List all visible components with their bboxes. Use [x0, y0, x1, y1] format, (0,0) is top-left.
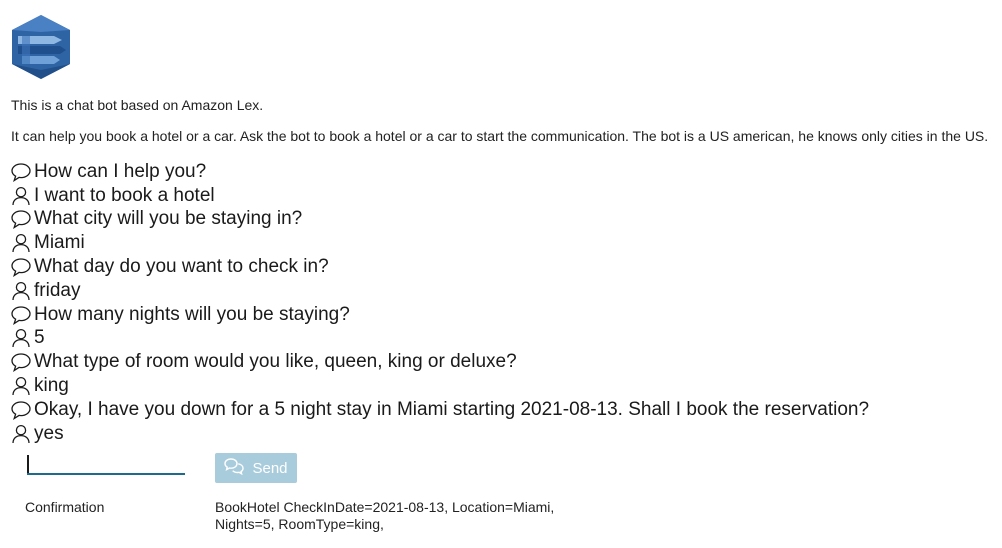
message-text: Okay, I have you down for a 5 night stay…	[34, 398, 870, 420]
chat-transcript: How can I help you? I want to book a hote…	[10, 160, 869, 446]
user-message: Miami	[10, 231, 869, 255]
user-icon	[10, 423, 34, 445]
message-text: What type of room would you like, queen,…	[34, 351, 517, 373]
user-icon	[10, 280, 34, 302]
message-text: Miami	[34, 232, 85, 254]
speech-bubble-icon	[10, 256, 34, 278]
send-button[interactable]: Send	[215, 453, 297, 483]
user-message: king	[10, 374, 869, 398]
speech-bubble-icon	[10, 351, 34, 373]
message-input-container[interactable]	[27, 453, 185, 475]
user-icon	[10, 232, 34, 254]
message-text: How many nights will you be staying?	[34, 303, 350, 325]
amazon-lex-logo	[12, 15, 70, 79]
message-text: 5	[34, 327, 45, 349]
message-text: I want to book a hotel	[34, 184, 215, 206]
user-message: yes	[10, 422, 869, 446]
user-message: 5	[10, 327, 869, 351]
intro-instructions: It can help you book a hotel or a car. A…	[11, 128, 989, 144]
bot-message: How can I help you?	[10, 160, 869, 184]
message-text: king	[34, 375, 69, 397]
confirmation-label: Confirmation	[25, 499, 105, 515]
bot-message: Okay, I have you down for a 5 night stay…	[10, 398, 869, 422]
speech-bubble-icon	[10, 161, 34, 183]
speech-bubble-icon	[10, 399, 34, 421]
intro-description: This is a chat bot based on Amazon Lex.	[11, 97, 264, 113]
user-message: I want to book a hotel	[10, 184, 869, 208]
message-text: yes	[34, 422, 64, 444]
message-text: How can I help you?	[34, 160, 207, 182]
send-button-label: Send	[252, 459, 288, 477]
user-icon	[10, 327, 34, 349]
speech-bubble-icon	[10, 304, 34, 326]
speech-bubble-icon	[10, 208, 34, 230]
bot-message: What city will you be staying in?	[10, 208, 869, 232]
user-icon	[10, 185, 34, 207]
user-message: friday	[10, 279, 869, 303]
message-input[interactable]	[27, 453, 185, 471]
message-text: What day do you want to check in?	[34, 256, 329, 278]
user-icon	[10, 375, 34, 397]
text-cursor	[27, 455, 29, 473]
bot-message: What day do you want to check in?	[10, 255, 869, 279]
chat-bubbles-icon	[224, 457, 245, 479]
bot-message: How many nights will you be staying?	[10, 303, 869, 327]
message-text: friday	[34, 279, 81, 301]
confirmation-value: BookHotel CheckInDate=2021-08-13, Locati…	[215, 499, 555, 532]
bot-message: What type of room would you like, queen,…	[10, 350, 869, 374]
message-text: What city will you be staying in?	[34, 208, 303, 230]
